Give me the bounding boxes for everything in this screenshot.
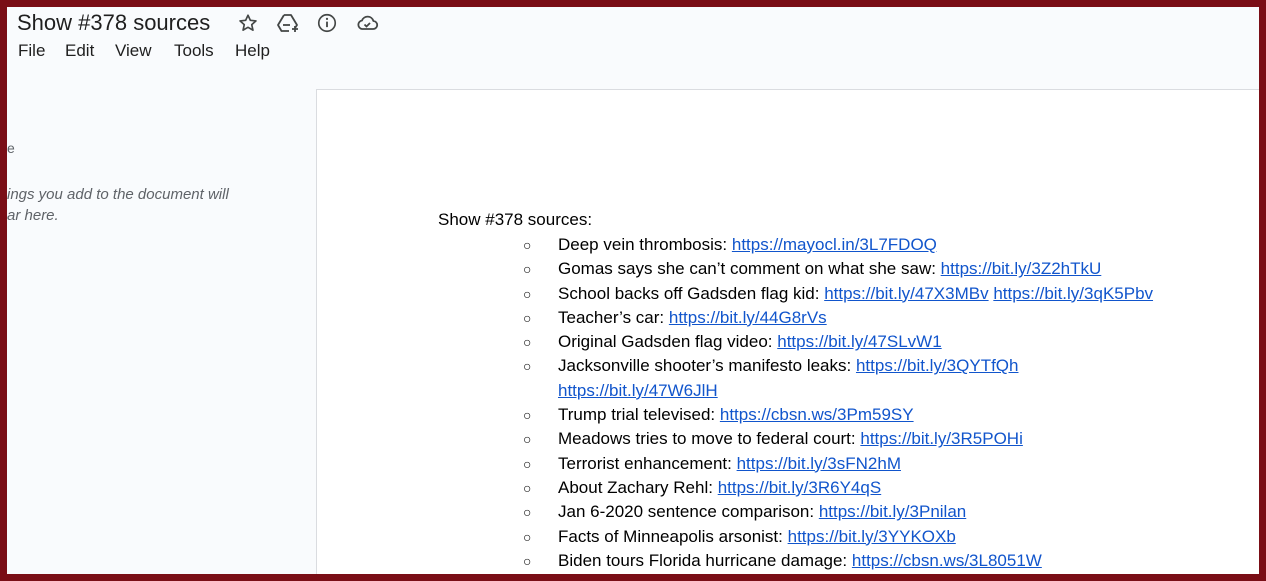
source-link[interactable]: https://bit.ly/47SLvW1 xyxy=(777,332,941,351)
bullet-marker: ○ xyxy=(523,358,532,375)
source-link[interactable]: https://bit.ly/3Z2hTkU xyxy=(941,259,1102,278)
list-item-text: Trump trial televised: xyxy=(558,405,720,425)
source-link[interactable]: https://bit.ly/3sFN2hM xyxy=(737,454,901,473)
source-link[interactable]: https://bit.ly/47X3MBv xyxy=(824,284,988,303)
source-link[interactable]: https://bit.ly/3QYTfQh xyxy=(856,356,1019,375)
bullet-marker: ○ xyxy=(523,552,532,569)
list-item: ○ Teacher’s car: https://bit.ly/44G8rVs xyxy=(523,306,1223,330)
menu-help[interactable]: Help xyxy=(235,41,270,61)
bullet-marker: ○ xyxy=(523,504,532,521)
menu-edit[interactable]: Edit xyxy=(65,41,94,61)
title-bar: Show #378 sources xyxy=(7,7,1259,39)
source-link[interactable]: https://bit.ly/3R6Y4qS xyxy=(718,478,881,497)
document-page[interactable]: Show #378 sources: ○ Deep vein thrombosis… xyxy=(316,89,1259,574)
list-item: ○ Gomas says she can’t comment on what sh… xyxy=(523,257,1223,281)
bullet-marker: ○ xyxy=(523,407,532,424)
outline-hint-line: ings you add to the document will xyxy=(7,186,229,203)
source-link[interactable]: https://mayocl.in/3L7FDOQ xyxy=(732,235,937,254)
list-item: ○ Trump trial televised: https://cbsn.ws/… xyxy=(523,403,1223,427)
list-item: ○ Facts of Minneapolis arsonist: https://… xyxy=(523,525,1223,549)
source-link[interactable]: https://bit.ly/3Pnilan xyxy=(819,502,966,521)
star-icon[interactable] xyxy=(236,11,260,35)
list-item-text: About Zachary Rehl: xyxy=(558,477,718,497)
list-item: ○ Biden tours Florida hurricane damage: h… xyxy=(523,549,1223,573)
outline-hint-line: ar here. xyxy=(7,207,59,224)
bullet-marker: ○ xyxy=(523,431,532,448)
list-item-text: Deep vein thrombosis: xyxy=(558,235,732,254)
list-item: ○ Deep vein thrombosis: https://mayocl.in… xyxy=(523,233,1223,257)
list-item: ○ About Zachary Rehl: https://bit.ly/3R6Y… xyxy=(523,476,1223,500)
source-link[interactable]: https://cbsn.ws/3Pm59SY xyxy=(720,405,914,424)
source-link[interactable]: https://bit.ly/3R5POHi xyxy=(860,429,1023,448)
app-window: Show #378 sources File Edit View Tools H… xyxy=(7,7,1259,574)
list-item: ○ Terrorist enhancement: https://bit.ly/3… xyxy=(523,452,1223,476)
list-item: ○ School backs off Gadsden flag kid: http… xyxy=(523,282,1223,306)
list-item-text: Facts of Minneapolis arsonist: xyxy=(558,526,788,546)
info-icon[interactable] xyxy=(315,11,339,35)
list-item: ○ Meadows tries to move to federal court:… xyxy=(523,427,1223,451)
list-item-text: Teacher’s car: xyxy=(558,307,669,327)
cloud-saved-icon[interactable] xyxy=(355,11,379,35)
sources-list: ○ Deep vein thrombosis: https://mayocl.in… xyxy=(523,233,1223,573)
list-item-text: Jacksonville shooter’s manifesto leaks: xyxy=(558,356,856,376)
source-link[interactable]: https://bit.ly/3YYKOXb xyxy=(788,527,956,546)
list-item: ○ Jan 6-2020 sentence comparison: https:/… xyxy=(523,500,1223,524)
bullet-marker: ○ xyxy=(523,455,532,472)
source-link[interactable]: https://cbsn.ws/3L8051W xyxy=(852,551,1042,570)
list-item-text: Original Gadsden flag video: xyxy=(558,332,778,352)
bullet-marker: ○ xyxy=(523,528,532,545)
outline-empty-hint: ings you add to the document will ar her… xyxy=(7,184,277,226)
bullet-marker: ○ xyxy=(523,479,532,496)
list-item-text: Gomas says she can’t comment on what she… xyxy=(558,259,941,279)
add-to-drive-icon[interactable] xyxy=(276,11,300,35)
bullet-marker: ○ xyxy=(523,237,532,253)
menu-file[interactable]: File xyxy=(18,41,45,61)
source-link[interactable]: https://bit.ly/3qK5Pbv xyxy=(993,284,1153,303)
list-item-text: Meadows tries to move to federal court: xyxy=(558,429,861,449)
bullet-marker: ○ xyxy=(523,309,532,326)
menu-view[interactable]: View xyxy=(115,41,152,61)
list-item: ○ Original Gadsden flag video: https://bi… xyxy=(523,330,1223,354)
list-item-text: Terrorist enhancement: xyxy=(558,453,737,473)
menu-tools[interactable]: Tools xyxy=(174,41,214,61)
source-link[interactable]: https://bit.ly/44G8rVs xyxy=(669,308,827,327)
document-heading: Show #378 sources: xyxy=(438,210,593,229)
source-link[interactable]: https://bit.ly/47W6JlH xyxy=(558,381,718,400)
list-item-text: Biden tours Florida hurricane damage: xyxy=(558,550,852,570)
bullet-marker: ○ xyxy=(523,285,532,302)
document-title[interactable]: Show #378 sources xyxy=(17,10,210,36)
outline-heading: e xyxy=(7,140,15,156)
bullet-marker: ○ xyxy=(523,261,532,278)
list-item-text: Jan 6-2020 sentence comparison: xyxy=(558,502,819,522)
list-item: ○ Jacksonville shooter’s manifesto leaks:… xyxy=(523,354,1223,403)
bullet-marker: ○ xyxy=(523,334,532,351)
list-item-text: School backs off Gadsden flag kid: xyxy=(558,283,825,303)
